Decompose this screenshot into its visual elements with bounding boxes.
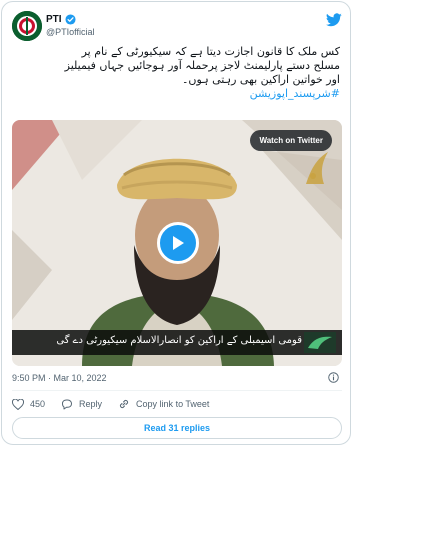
copy-link-button[interactable]: Copy link to Tweet xyxy=(118,398,209,410)
read-replies-button[interactable]: Read 31 replies xyxy=(12,417,342,439)
watch-on-twitter-button[interactable]: Watch on Twitter xyxy=(250,130,332,151)
link-icon xyxy=(120,399,129,409)
reply-button[interactable]: Reply xyxy=(61,399,102,410)
author-handle[interactable]: @PTIofficial xyxy=(46,27,95,37)
play-button[interactable] xyxy=(157,222,199,264)
tweet-text-line-1: کس ملک کا قانون اجازت دیتا ہے کہ سیکیورٹ… xyxy=(81,45,340,58)
like-count: 450 xyxy=(30,399,46,409)
hashtag-link[interactable]: #شرپسند_اپوزیشن xyxy=(12,87,340,101)
tweet-text: کس ملک کا قانون اجازت دیتا ہے کہ سیکیورٹ… xyxy=(12,45,340,101)
heart-icon xyxy=(12,398,24,410)
copy-link-label: Copy link to Tweet xyxy=(136,399,210,409)
reply-icon xyxy=(62,399,73,409)
reply-label: Reply xyxy=(79,399,103,409)
tweet-card: PTI @PTIofficial کس ملک کا قانون اجازت د… xyxy=(1,1,351,445)
play-icon xyxy=(173,236,184,250)
caption-channel-logo xyxy=(304,332,336,353)
video-player[interactable]: Watch on Twitter قومی اسیمبلی کے اراکین … xyxy=(12,120,342,366)
avatar[interactable] xyxy=(12,11,42,41)
channel-watermark-logo xyxy=(306,152,328,184)
author-name[interactable]: PTI xyxy=(46,14,62,25)
tweet-timestamp[interactable]: 9:50 PM · Mar 10, 2022 xyxy=(12,373,107,383)
tweet-text-line-2: مسلح دستے پارلیمنٹ لاجز پرحملہ آور ہوجائ… xyxy=(64,59,340,72)
verified-badge-icon xyxy=(65,14,76,25)
author-name-row[interactable]: PTI xyxy=(46,14,76,25)
video-caption-bar: قومی اسیمبلی کے اراکین کو انصارالاسلام س… xyxy=(12,330,342,355)
info-icon[interactable] xyxy=(328,372,339,383)
tweet-text-line-3: اور خواتین اراکین بھی رہتی ہوں۔ xyxy=(181,73,340,86)
divider xyxy=(12,390,342,391)
video-caption: قومی اسیمبلی کے اراکین کو انصارالاسلام س… xyxy=(56,335,302,346)
like-button[interactable]: 450 xyxy=(12,398,46,410)
twitter-bird-icon[interactable] xyxy=(326,13,342,27)
tweet-actions: 450 Reply Copy link to Tweet xyxy=(12,398,225,410)
